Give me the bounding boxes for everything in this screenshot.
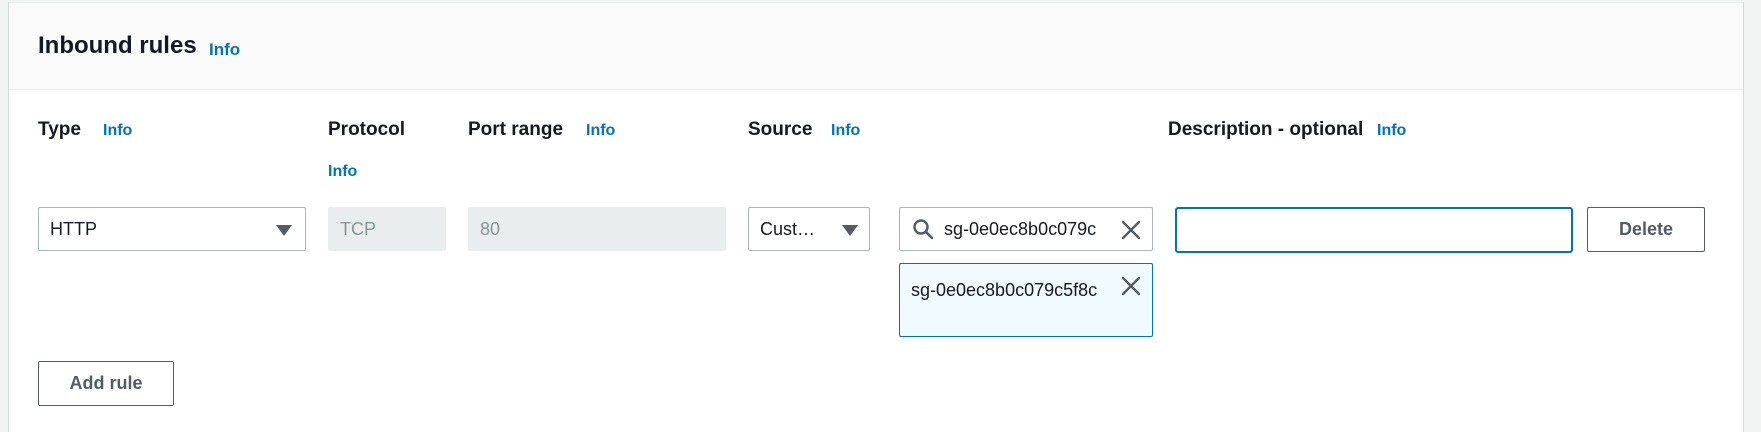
panel-title: Inbound rules xyxy=(38,32,197,59)
close-icon[interactable] xyxy=(1120,219,1142,246)
source-info-link[interactable]: Info xyxy=(831,122,860,140)
panel-info-link[interactable]: Info xyxy=(209,40,240,60)
source-type-select[interactable]: Cust… xyxy=(748,207,870,251)
caret-down-icon xyxy=(842,225,858,236)
search-icon xyxy=(912,218,934,245)
add-rule-button[interactable]: Add rule xyxy=(38,361,174,406)
protocol-column-label: Protocol xyxy=(328,119,406,140)
protocol-field: TCP xyxy=(328,207,446,251)
type-select[interactable]: HTTP xyxy=(38,207,306,251)
description-info-link[interactable]: Info xyxy=(1377,122,1406,140)
description-input[interactable] xyxy=(1175,207,1573,253)
protocol-value: TCP xyxy=(340,219,376,239)
port-range-info-link[interactable]: Info xyxy=(586,122,615,140)
port-range-field: 80 xyxy=(468,207,726,251)
type-column-label: Type xyxy=(38,119,81,140)
source-type-value: Cust… xyxy=(760,219,816,239)
inbound-rules-panel: Inbound rules Info Type Info Protocol In… xyxy=(8,2,1744,432)
selected-security-group-label: sg-0e0ec8b0c079c5f8c xyxy=(911,280,1098,300)
source-column-label: Source xyxy=(748,119,813,140)
close-icon[interactable] xyxy=(1120,275,1142,302)
port-range-value: 80 xyxy=(480,219,501,239)
type-info-link[interactable]: Info xyxy=(103,122,132,140)
selected-security-group-token: sg-0e0ec8b0c079c5f8c xyxy=(899,263,1153,337)
panel-header: Inbound rules Info xyxy=(9,2,1743,90)
caret-down-icon xyxy=(276,225,292,236)
source-search-input[interactable]: sg-0e0ec8b0c079c xyxy=(899,207,1153,251)
source-search-value: sg-0e0ec8b0c079c xyxy=(944,219,1097,239)
description-column-label: Description - optional xyxy=(1168,119,1364,140)
type-select-value: HTTP xyxy=(50,219,97,239)
port-range-column-label: Port range xyxy=(468,119,564,140)
protocol-info-link[interactable]: Info xyxy=(328,163,357,181)
delete-button[interactable]: Delete xyxy=(1587,207,1705,252)
